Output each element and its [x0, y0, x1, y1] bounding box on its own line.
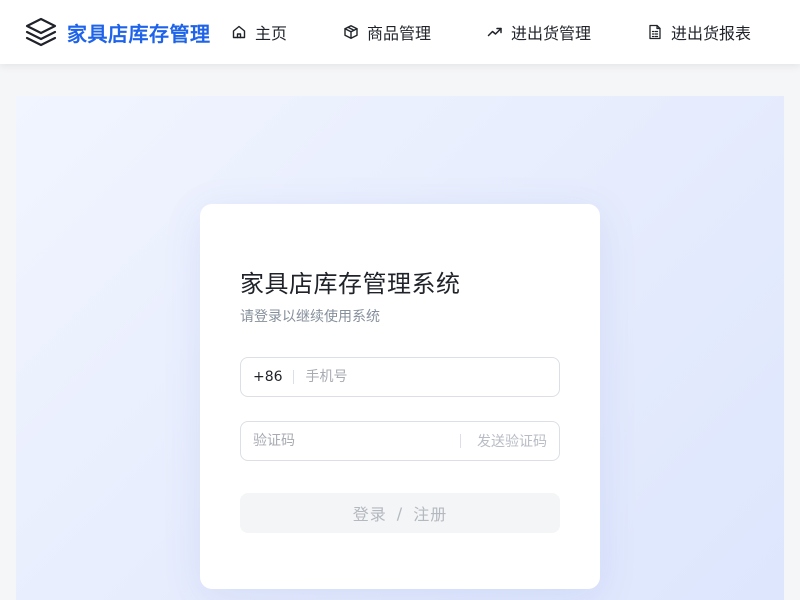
prefix-divider [292, 370, 294, 384]
login-card: 家具店库存管理系统 请登录以继续使用系统 +86 发送验证码 登录 / 注册 [200, 204, 600, 589]
nav-item-label: 主页 [255, 24, 288, 43]
nav-item-label: 商品管理 [367, 24, 432, 43]
trending-up-icon [487, 27, 502, 37]
verification-code-field: 发送验证码 [240, 421, 560, 461]
home-icon [232, 25, 246, 39]
login-subtitle: 请登录以继续使用系统 [240, 309, 380, 325]
nav-item-label: 进出货报表 [671, 24, 752, 43]
register-label: 注册 [413, 505, 448, 524]
send-code-button[interactable]: 发送验证码 [477, 431, 559, 451]
login-label: 登录 [352, 505, 387, 524]
label-separator: / [396, 503, 404, 523]
nav-item-report[interactable]: 进出货报表 [647, 20, 751, 44]
brand[interactable]: 家具店库存管理 [24, 16, 211, 48]
nav-item-label: 进出货管理 [511, 24, 592, 43]
phone-field: +86 [240, 357, 560, 397]
top-navbar: 家具店库存管理 主页 商品管理 进出货管理 进出货报表 [0, 0, 800, 64]
nav-item-inout[interactable]: 进出货管理 [487, 20, 591, 44]
code-divider [460, 434, 461, 448]
country-code-prefix[interactable]: +86 [241, 369, 283, 385]
layers-icon [25, 17, 57, 47]
brand-title: 家具店库存管理 [67, 21, 211, 46]
nav-item-goods[interactable]: 商品管理 [343, 20, 431, 44]
verification-code-input[interactable] [241, 422, 460, 460]
login-register-button[interactable]: 登录 / 注册 [240, 493, 560, 533]
box-icon [344, 25, 358, 39]
phone-input[interactable] [305, 358, 559, 396]
report-icon [649, 24, 661, 40]
login-title: 家具店库存管理系统 [240, 270, 461, 298]
nav-item-home[interactable]: 主页 [231, 20, 287, 44]
